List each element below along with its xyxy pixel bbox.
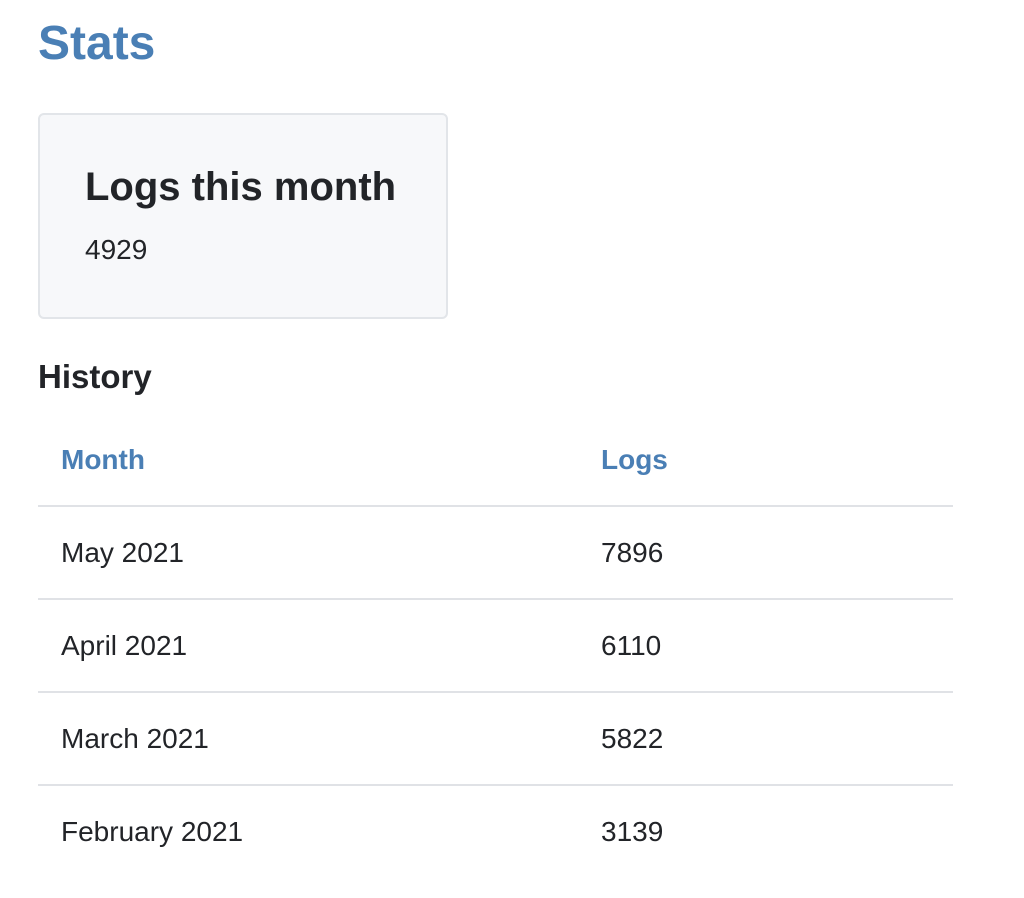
month-cell: May 2021 — [38, 506, 578, 600]
logs-cell: 5822 — [578, 692, 953, 786]
history-title: History — [38, 358, 152, 395]
column-header-logs: Logs — [578, 415, 953, 507]
column-header-month: Month — [38, 415, 578, 507]
card-title: Logs this month — [85, 165, 397, 209]
month-cell: February 2021 — [61, 816, 244, 847]
card-value: 4929 — [85, 234, 148, 265]
table-row: May 2021 7896 — [38, 506, 953, 600]
table-row: April 2021 6110 — [38, 599, 953, 693]
month-cell: March 2021 — [38, 692, 578, 786]
page-title: Stats — [38, 17, 156, 70]
month-cell: April 2021 — [38, 599, 578, 693]
table-header-row: Month Logs — [38, 415, 953, 507]
logs-cell: 6110 — [578, 599, 953, 693]
logs-cell: 7896 — [578, 506, 953, 600]
logs-cell: 3139 — [601, 816, 664, 847]
table-row: March 2021 5822 — [38, 692, 953, 786]
logs-this-month-card: Logs this month 4929 — [38, 113, 448, 319]
table-row: February 2021 3139 — [38, 785, 953, 878]
history-table: Month Logs May 2021 7896 April 2021 6110… — [38, 415, 953, 878]
